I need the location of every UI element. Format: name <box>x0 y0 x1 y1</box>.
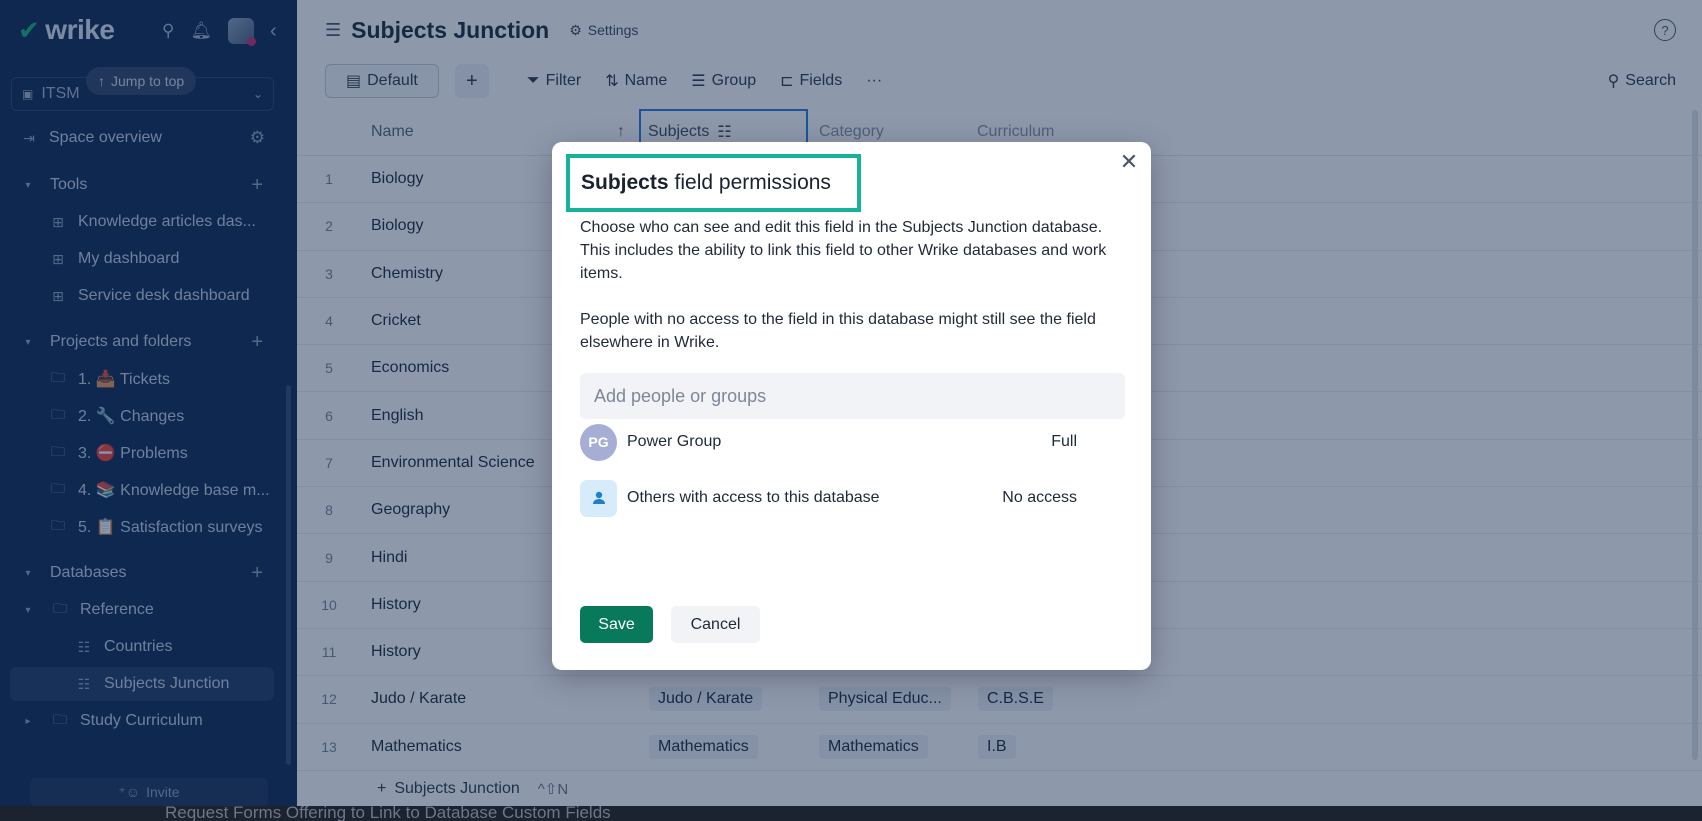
save-button[interactable]: Save <box>580 606 653 643</box>
permission-level-dropdown[interactable]: Full <box>1051 433 1077 451</box>
person-icon <box>580 479 617 517</box>
close-icon[interactable]: ✕ <box>1117 149 1141 174</box>
permission-level-dropdown[interactable]: No access <box>1002 489 1077 507</box>
add-people-input[interactable] <box>580 373 1125 419</box>
field-permissions-dialog: Subjects field permissions ✕ Choose who … <box>552 142 1151 670</box>
background-window-text: Request Forms Offering to Link to Databa… <box>165 806 611 821</box>
cancel-button[interactable]: Cancel <box>671 606 760 643</box>
background-window-strip: Request Forms Offering to Link to Databa… <box>0 806 1702 821</box>
dialog-title-rest: field permissions <box>674 171 831 194</box>
description-paragraph: People with no access to the field in th… <box>580 311 1096 351</box>
dialog-title: Subjects field permissions <box>566 154 861 212</box>
group-avatar: PG <box>580 423 617 461</box>
permission-subject-name: Others with access to this database <box>627 489 880 506</box>
permission-row-power-group: PG Power Group Full <box>580 423 1125 461</box>
dialog-title-field: Subjects <box>581 171 669 194</box>
description-paragraph: Choose who can see and edit this field i… <box>580 219 1107 282</box>
permission-row-others: Others with access to this database No a… <box>580 479 1125 517</box>
permission-subject-name: Power Group <box>627 433 722 450</box>
dialog-description: Choose who can see and edit this field i… <box>580 216 1120 354</box>
